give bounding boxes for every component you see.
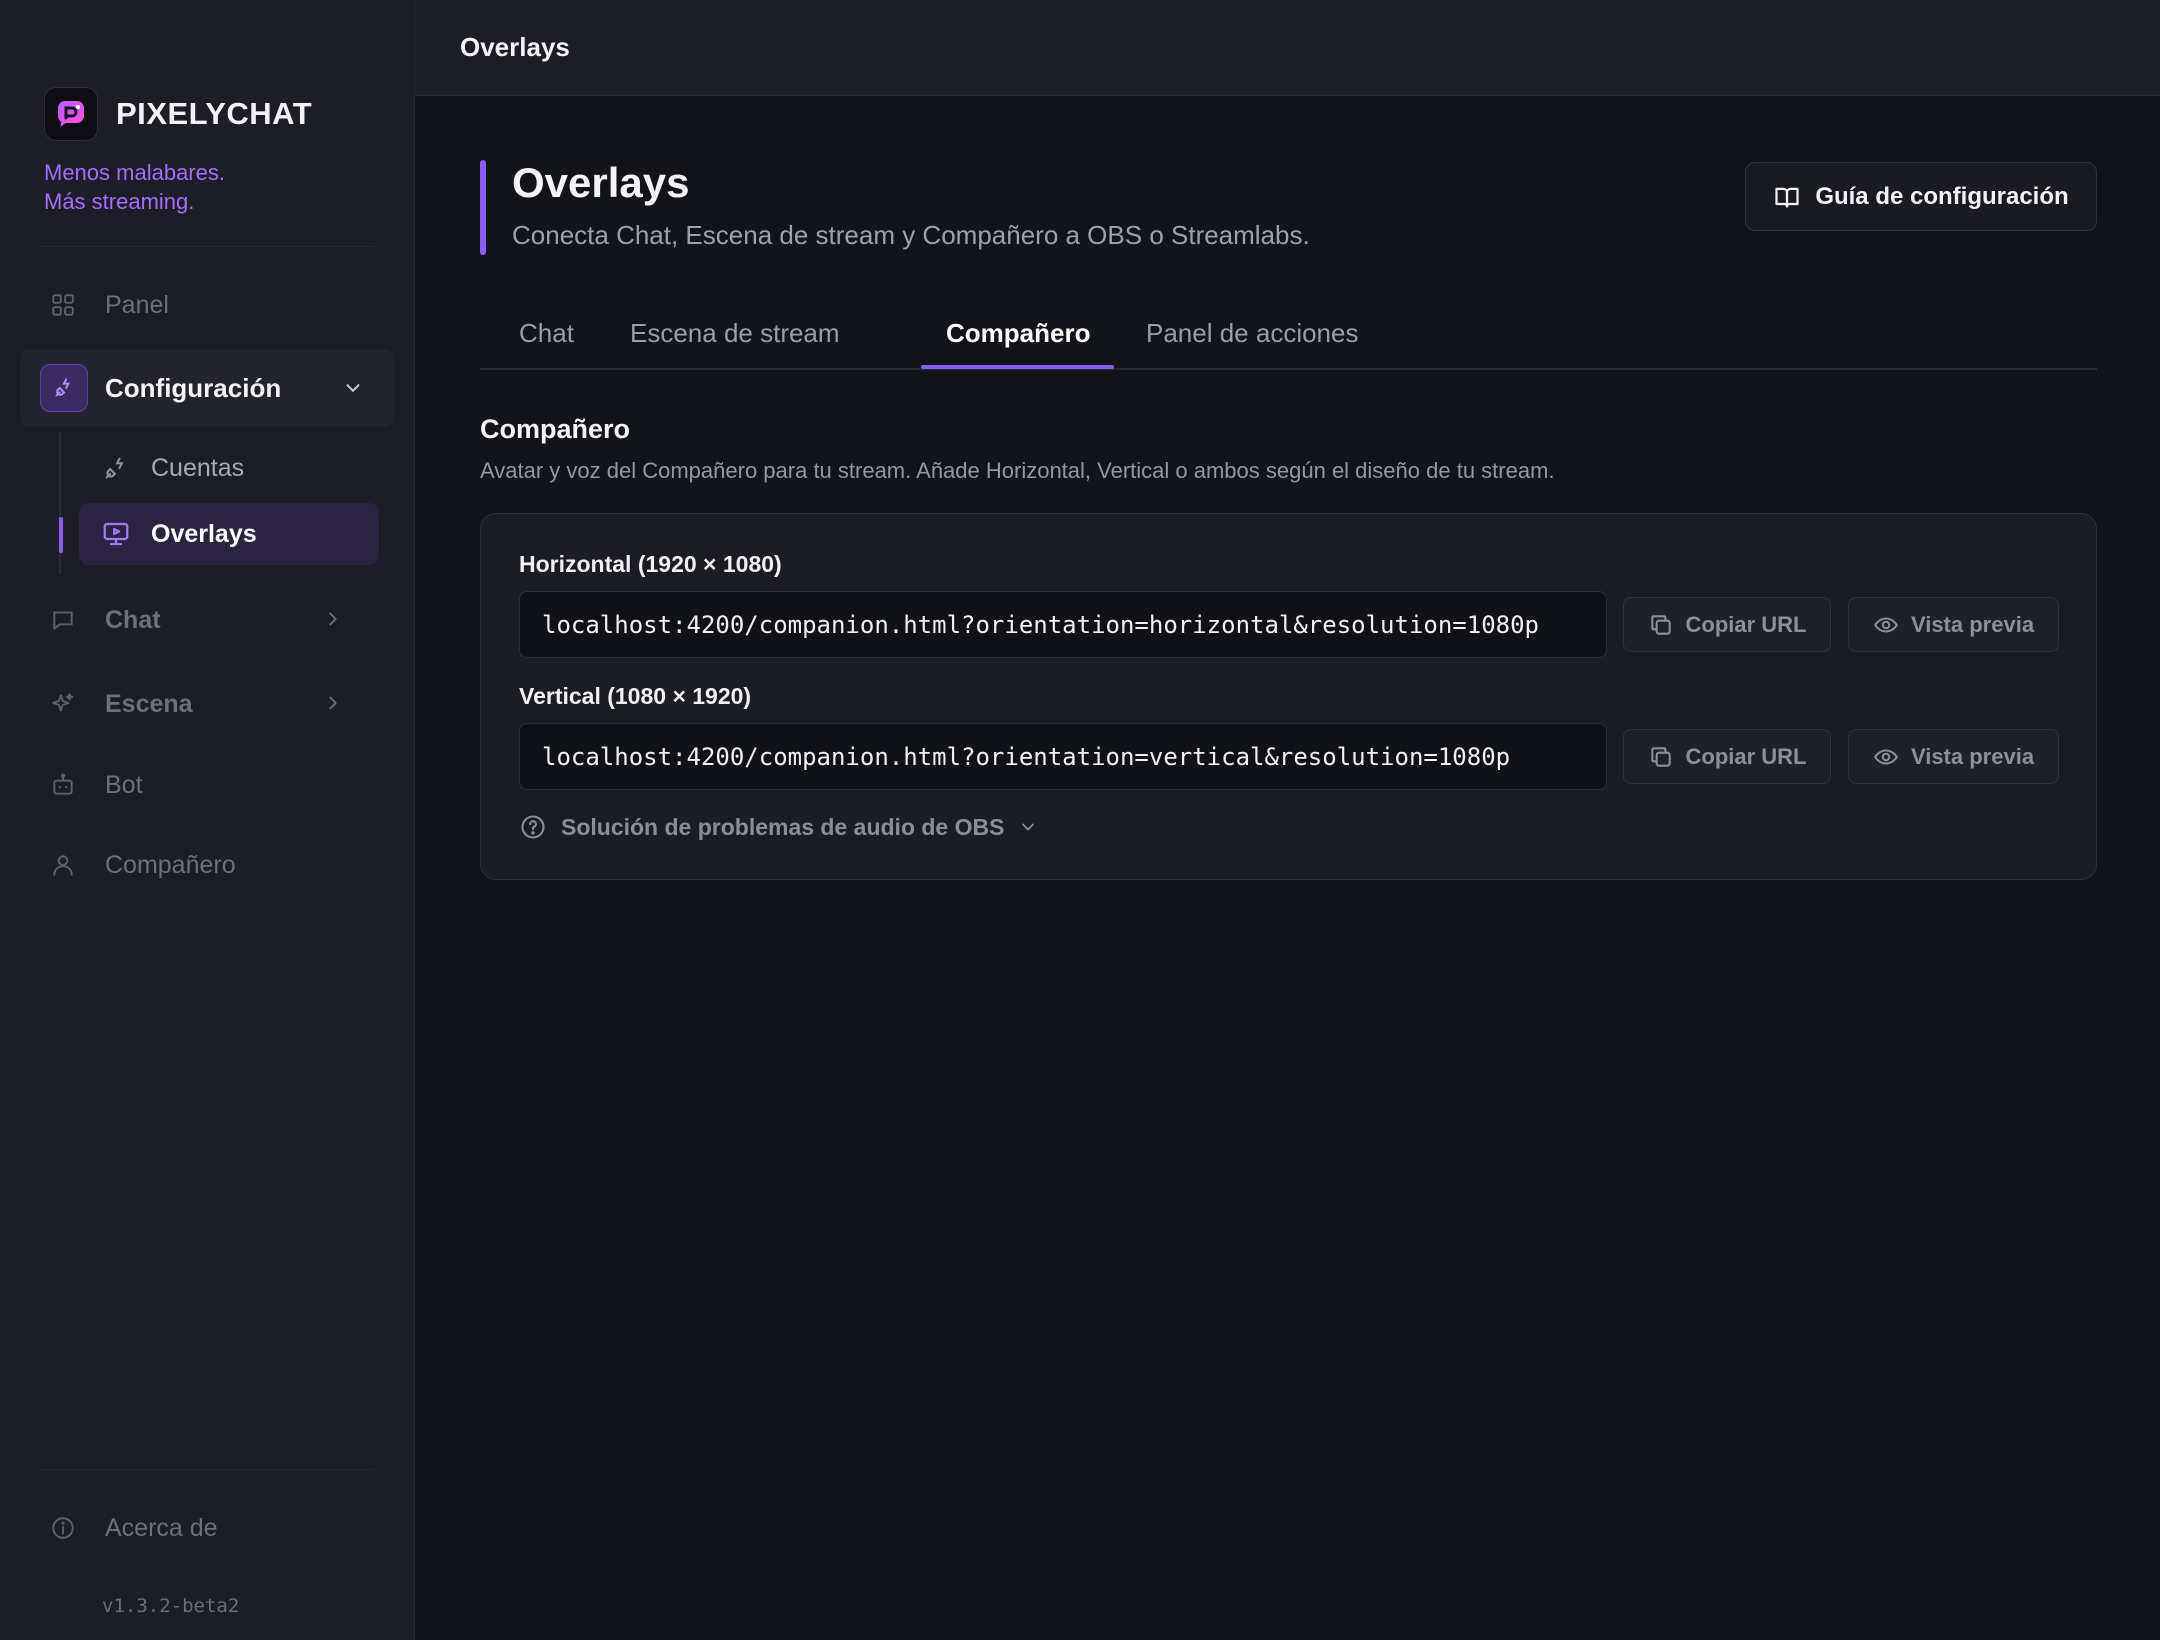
sidebar-item-acerca[interactable]: Acerca de <box>40 1500 374 1556</box>
sidebar: PIXELYCHAT Menos malabares. Más streamin… <box>0 0 415 1640</box>
tab-escena-de-stream[interactable]: Escena de stream <box>630 318 840 349</box>
topbar-title: Overlays <box>460 32 570 62</box>
app-root: PIXELYCHAT Menos malabares. Más streamin… <box>0 0 2160 1640</box>
sidebar-item-label: Cuentas <box>151 453 245 482</box>
overlay-urls-card: Horizontal (1920 × 1080) localhost:4200/… <box>480 513 2097 880</box>
copy-icon <box>1648 744 1674 770</box>
page-title: Overlays <box>512 159 690 206</box>
sidebar-item-chat[interactable]: Chat <box>40 592 374 648</box>
eye-icon <box>1873 744 1899 770</box>
info-icon <box>49 1514 77 1542</box>
user-icon <box>49 851 77 879</box>
chevron-right-icon <box>322 608 344 637</box>
book-open-icon <box>1773 183 1801 211</box>
brand-logo-icon <box>44 87 98 141</box>
header-accent-bar <box>480 160 486 255</box>
tab-chat[interactable]: Chat <box>519 318 574 349</box>
sidebar-item-escena[interactable]: Escena <box>40 676 374 732</box>
copy-url-button[interactable]: Copiar URL <box>1623 729 1831 784</box>
sidebar-item-configuracion[interactable]: Configuración <box>20 349 394 427</box>
plug-icon <box>40 364 88 412</box>
help-circle-icon <box>519 813 547 841</box>
sidebar-item-label: Bot <box>105 770 143 799</box>
monitor-play-icon <box>101 519 131 549</box>
preview-label: Vista previa <box>1910 743 2035 769</box>
sidebar-item-cuentas[interactable]: Cuentas <box>79 437 379 499</box>
sidebar-item-label: Panel <box>105 290 169 319</box>
active-indicator <box>59 517 63 553</box>
preview-label: Vista previa <box>1910 611 2035 637</box>
vertical-url-field[interactable]: localhost:4200/companion.html?orientatio… <box>519 723 1607 790</box>
copy-url-label: Copiar URL <box>1685 743 1807 769</box>
section-description: Avatar y voz del Compañero para tu strea… <box>480 458 1555 483</box>
horizontal-url-field[interactable]: localhost:4200/companion.html?orientatio… <box>519 591 1607 658</box>
version-label: v1.3.2-beta2 <box>102 1595 240 1617</box>
page-subtitle: Conecta Chat, Escena de stream y Compañe… <box>512 220 1310 250</box>
plug-icon <box>101 453 131 483</box>
sidebar-divider <box>40 246 374 247</box>
chevron-down-icon <box>1018 817 1038 837</box>
eye-icon <box>1873 612 1899 638</box>
sidebar-item-companero[interactable]: Compañero <box>40 837 374 893</box>
sidebar-item-label: Escena <box>105 689 193 718</box>
sidebar-item-label: Acerca de <box>105 1513 218 1542</box>
obs-audio-troubleshoot-toggle[interactable]: Solución de problemas de audio de OBS <box>519 813 1038 841</box>
sidebar-item-label: Chat <box>105 605 161 634</box>
vertical-label: Vertical (1080 × 1920) <box>519 683 752 709</box>
grid-icon <box>49 291 77 319</box>
copy-icon <box>1648 612 1674 638</box>
brand-name: PIXELYCHAT <box>116 96 313 131</box>
tagline: Menos malabares. Más streaming. <box>44 158 225 216</box>
tab-panel-de-acciones[interactable]: Panel de acciones <box>1146 318 1358 349</box>
tab-bar: Chat Escena de stream Compañero Panel de… <box>480 306 2097 370</box>
tagline-line-2: Más streaming. <box>44 189 195 214</box>
tagline-line-1: Menos malabares. <box>44 160 225 185</box>
sidebar-item-bot[interactable]: Bot <box>40 757 374 813</box>
horizontal-label: Horizontal (1920 × 1080) <box>519 551 782 577</box>
sidebar-item-label: Configuración <box>105 372 282 403</box>
preview-button[interactable]: Vista previa <box>1848 597 2059 652</box>
setup-guide-label: Guía de configuración <box>1815 182 2069 210</box>
tab-companero[interactable]: Compañero <box>946 318 1090 349</box>
preview-button[interactable]: Vista previa <box>1848 729 2059 784</box>
active-tab-indicator <box>921 365 1114 369</box>
sparkles-icon <box>49 690 77 718</box>
chevron-right-icon <box>322 692 344 721</box>
topbar: Overlays <box>415 0 2160 96</box>
troubleshoot-label: Solución de problemas de audio de OBS <box>561 813 1005 840</box>
setup-guide-button[interactable]: Guía de configuración <box>1745 162 2097 231</box>
copy-url-button[interactable]: Copiar URL <box>1623 597 1831 652</box>
chat-bubble-icon <box>49 606 77 634</box>
brand[interactable]: PIXELYCHAT <box>44 87 312 141</box>
sidebar-item-label: Overlays <box>151 519 257 548</box>
section-title: Compañero <box>480 414 631 444</box>
copy-url-label: Copiar URL <box>1685 611 1807 637</box>
sidebar-divider <box>40 1469 374 1470</box>
main-content: Overlays Overlays Conecta Chat, Escena d… <box>415 0 2160 1640</box>
robot-icon <box>49 771 77 799</box>
sidebar-item-overlays[interactable]: Overlays <box>79 503 379 565</box>
chevron-down-icon <box>342 377 364 404</box>
sidebar-item-label: Compañero <box>105 850 236 879</box>
sidebar-item-panel[interactable]: Panel <box>40 277 374 333</box>
